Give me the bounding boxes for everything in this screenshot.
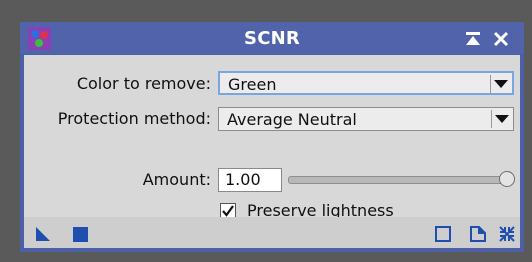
preview-icon[interactable] [434, 225, 452, 243]
apply-global-icon[interactable] [71, 225, 89, 243]
scnr-window: SCNR Color to remove: Green Protection m… [20, 22, 524, 252]
dialog-body: Color to remove: Green Protection method… [24, 55, 520, 220]
chevron-down-icon[interactable] [491, 110, 511, 128]
color-to-remove-select[interactable]: Green [218, 71, 514, 95]
reset-icon[interactable] [498, 225, 516, 243]
shade-icon[interactable] [464, 30, 482, 48]
new-instance-icon[interactable] [34, 225, 52, 243]
chevron-down-icon[interactable] [490, 75, 510, 93]
protection-method-label: Protection method: [57, 109, 211, 128]
amount-input[interactable]: 1.00 [218, 168, 282, 192]
amount-slider-track[interactable] [288, 176, 508, 184]
amount-slider-handle[interactable] [499, 171, 515, 187]
protection-method-value: Average Neutral [227, 110, 357, 129]
checkmark-icon [222, 205, 234, 217]
color-to-remove-label: Color to remove: [76, 74, 211, 93]
close-icon[interactable] [492, 30, 510, 48]
bottom-toolbar [24, 217, 520, 248]
color-to-remove-value: Green [228, 75, 277, 94]
amount-label: Amount: [142, 170, 211, 189]
protection-method-select[interactable]: Average Neutral [218, 107, 514, 131]
titlebar[interactable]: SCNR [20, 22, 524, 54]
window-title: SCNR [244, 28, 300, 49]
browse-documentation-icon[interactable] [469, 225, 487, 243]
